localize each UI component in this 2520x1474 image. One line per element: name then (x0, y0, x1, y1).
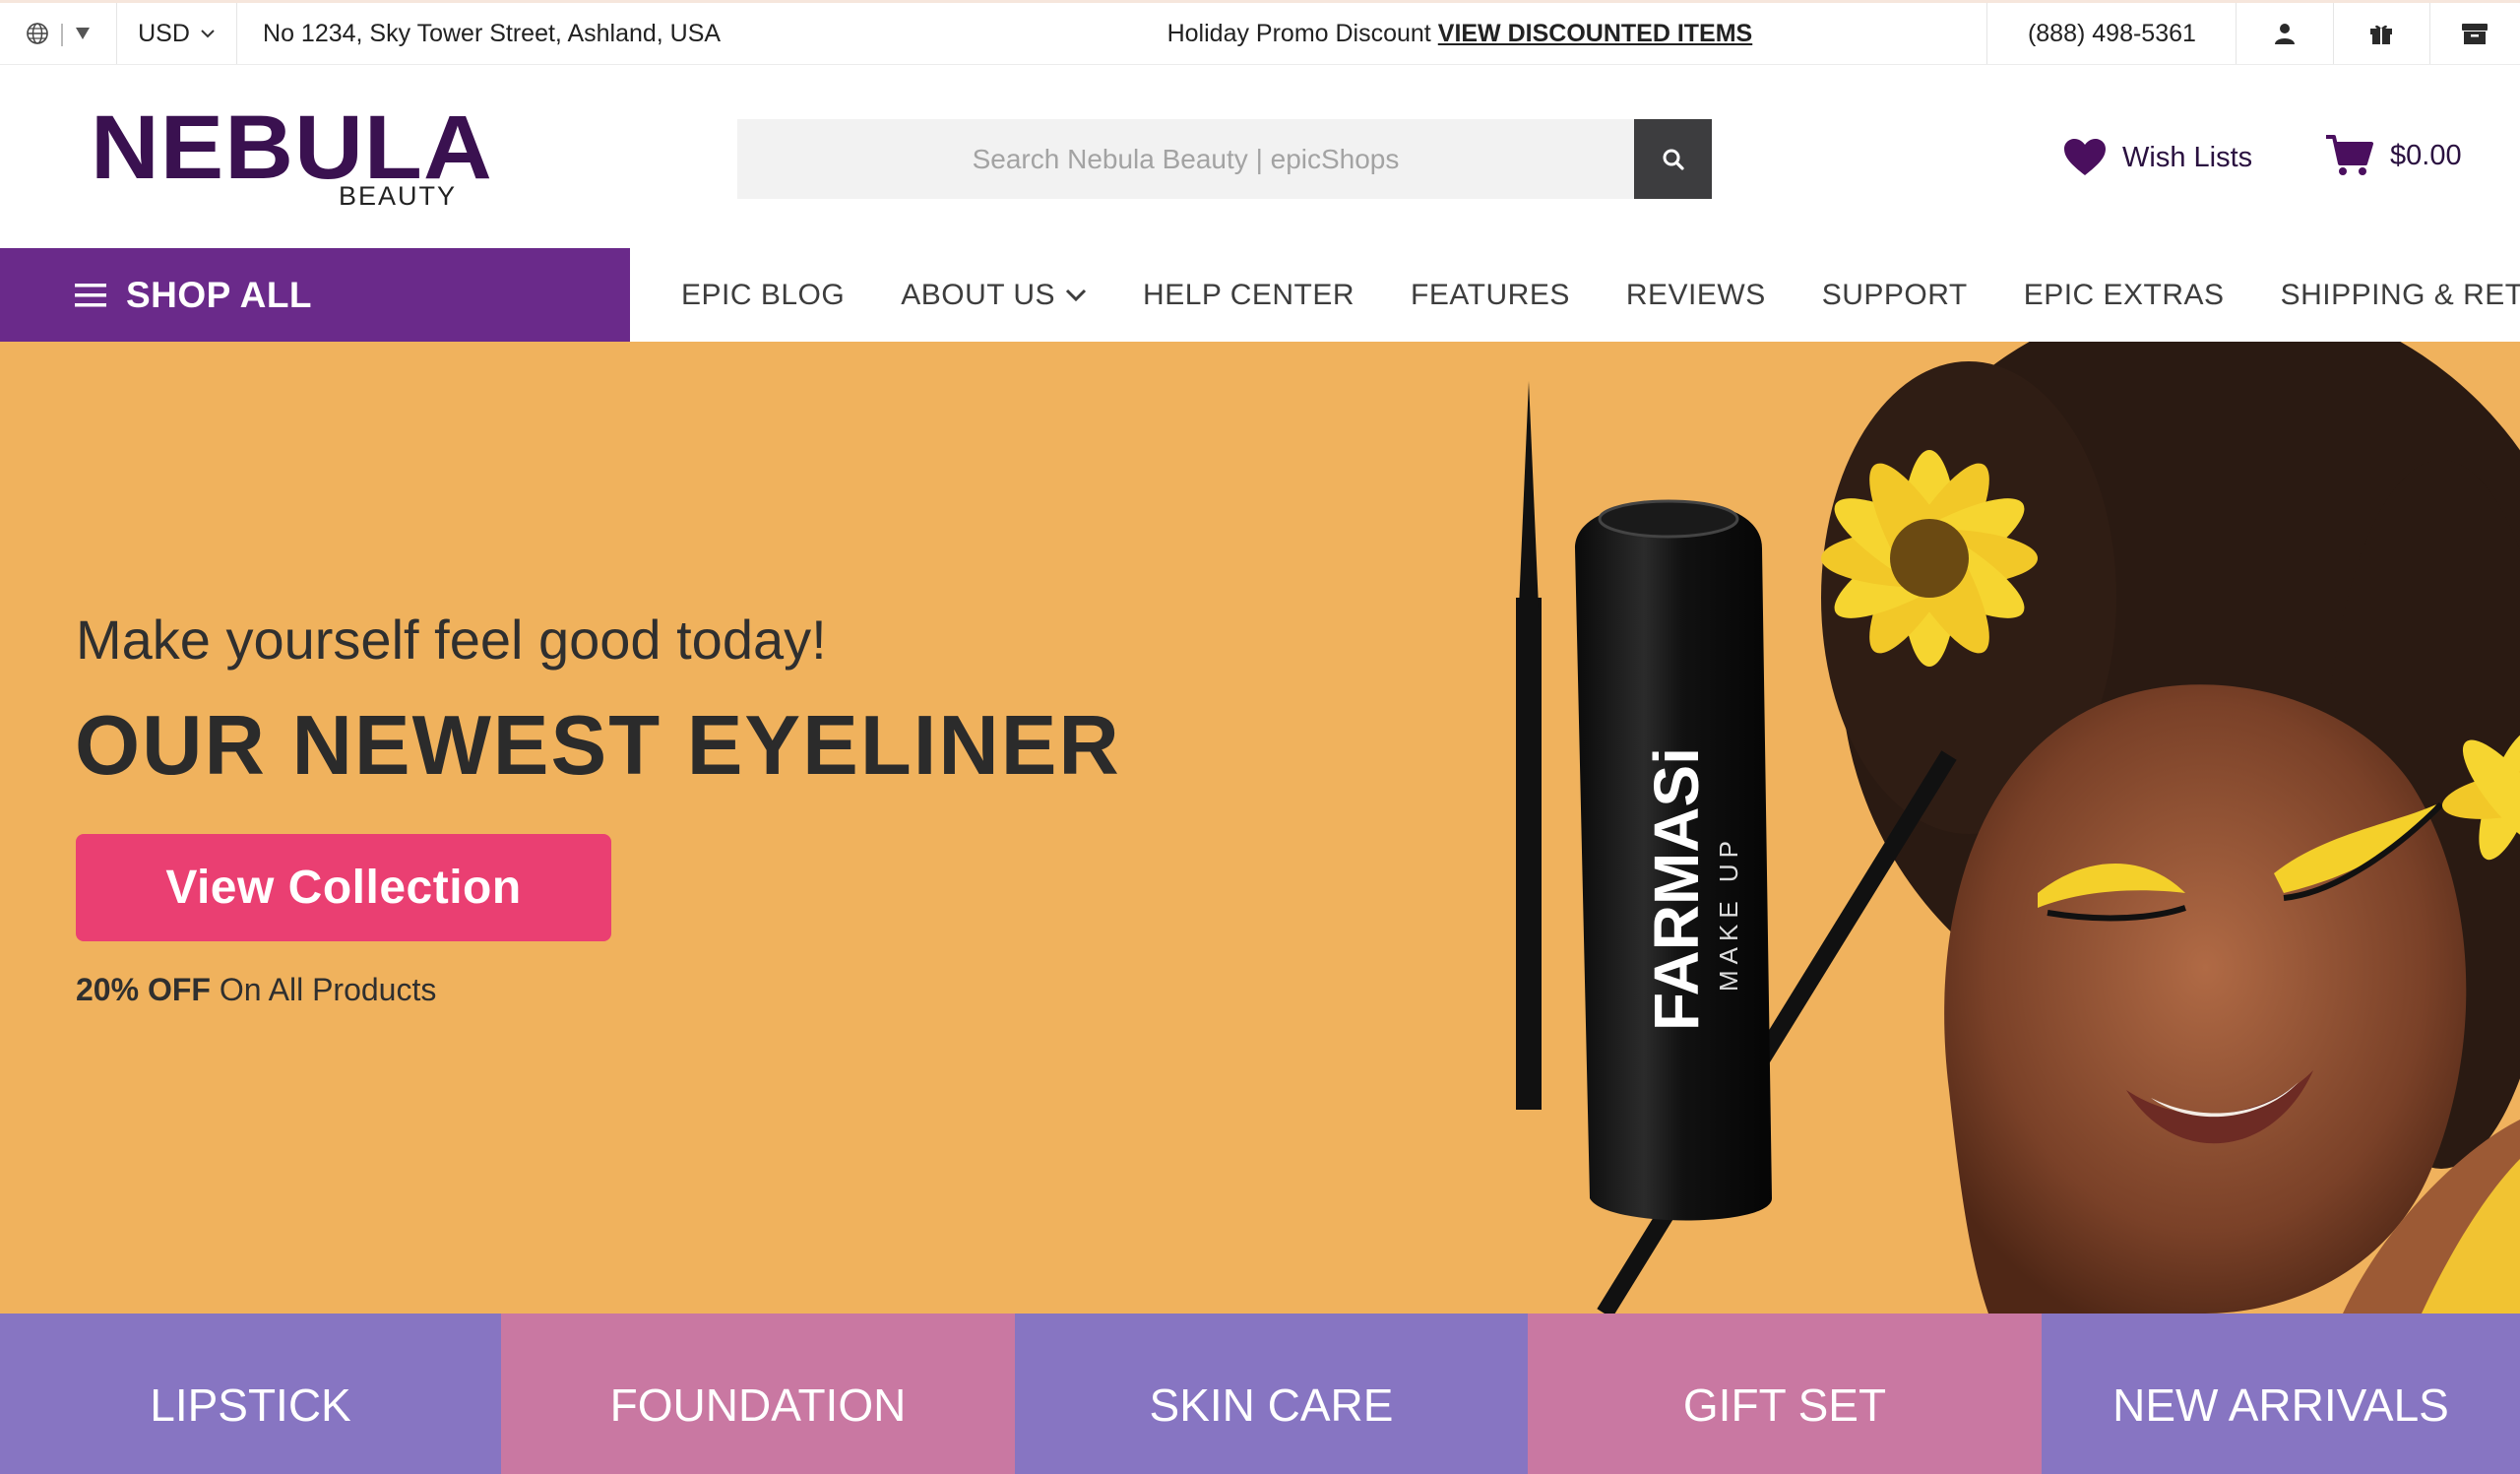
nav-features[interactable]: FEATURES (1411, 279, 1570, 312)
cart-button[interactable]: $0.00 (2325, 134, 2462, 177)
category-foundation[interactable]: FOUNDATION (501, 1314, 1015, 1474)
globe-icon (26, 23, 48, 44)
separator: | (58, 19, 66, 47)
gift-button[interactable] (2334, 3, 2430, 64)
wish-lists-link[interactable]: Wish Lists (2063, 138, 2252, 177)
offer-discount: 20% OFF (76, 972, 211, 1007)
view-collection-button[interactable]: View Collection (76, 834, 611, 941)
category-new-arrivals[interactable]: NEW ARRIVALS (2042, 1314, 2520, 1474)
search-button[interactable] (1634, 119, 1712, 199)
nebula-beauty-logo[interactable]: NEBULA BEAUTY (91, 102, 492, 211)
product-brand-text: FARMASi (1641, 747, 1712, 1031)
gift-icon (2370, 25, 2393, 44)
nav-epic-extras[interactable]: EPIC EXTRAS (2024, 279, 2225, 312)
currency-label: USD (138, 19, 190, 47)
category-strip: LIPSTICK FOUNDATION SKIN CARE GIFT SET N… (0, 1314, 2520, 1474)
hamburger-menu-icon (75, 283, 106, 306)
cart-total: $0.00 (2390, 139, 2462, 171)
view-discounted-link[interactable]: VIEW DISCOUNTED ITEMS (1438, 20, 1752, 48)
nav-links: EPIC BLOG ABOUT US HELP CENTER FEATURES … (681, 248, 2520, 342)
face-shape (1944, 684, 2467, 1314)
caret-down-icon (76, 28, 91, 39)
offer-text: On All Products (210, 972, 437, 1007)
store-address: No 1234, Sky Tower Street, Ashland, USA (263, 19, 722, 47)
nav-shipping-returns[interactable]: SHIPPING & RETURNS (2281, 279, 2520, 312)
hero-subtitle: Make yourself feel good today! (76, 609, 827, 671)
hero-title: OUR NEWEST EYELINER (75, 699, 1121, 793)
nav-epic-blog[interactable]: EPIC BLOG (681, 279, 845, 312)
heart-icon (2064, 139, 2106, 175)
nav-reviews[interactable]: REVIEWS (1626, 279, 1766, 312)
search-input[interactable] (737, 119, 1634, 199)
cart-icon (2326, 135, 2373, 175)
logo-subtitle: BEAUTY (338, 181, 457, 211)
chevron-down-icon (1065, 288, 1087, 301)
site-header: NEBULA BEAUTY Wish Lists $0.00 (0, 65, 2520, 248)
nav-help-center[interactable]: HELP CENTER (1143, 279, 1354, 312)
logo-wordmark: NEBULA (91, 97, 493, 198)
promo-banner: Holiday Promo Discount VIEW DISCOUNTED I… (932, 3, 1986, 64)
hero-image: FARMASi MAKE UP (1516, 342, 2520, 1314)
top-bar: | USD No 1234, Sky Tower Street, Ashland… (0, 0, 2520, 65)
chevron-down-icon (201, 30, 215, 38)
shop-all-label: SHOP ALL (126, 274, 313, 315)
category-skin-care[interactable]: SKIN CARE (1015, 1314, 1528, 1474)
category-gift-set[interactable]: GIFT SET (1528, 1314, 2042, 1474)
archive-icon (2462, 24, 2488, 44)
account-button[interactable] (2236, 3, 2334, 64)
currency-selector[interactable]: USD (117, 3, 238, 64)
search-bar (737, 119, 1712, 199)
phone-number[interactable]: (888) 498-5361 (1986, 3, 2237, 64)
shop-all-button[interactable]: SHOP ALL (0, 248, 630, 342)
language-selector[interactable]: | (0, 3, 118, 64)
promo-text: Holiday Promo Discount (1166, 19, 1431, 47)
compare-button[interactable] (2430, 3, 2520, 64)
wish-lists-label: Wish Lists (2122, 141, 2253, 173)
nav-about-us[interactable]: ABOUT US (901, 279, 1087, 312)
nav-about-us-label: ABOUT US (901, 278, 1056, 311)
hero-banner: Make yourself feel good today! OUR NEWES… (0, 342, 2520, 1314)
nav-support[interactable]: SUPPORT (1822, 279, 1968, 312)
category-lipstick[interactable]: LIPSTICK (0, 1314, 501, 1474)
user-icon (2274, 24, 2295, 44)
search-icon (1663, 149, 1684, 170)
main-navigation: SHOP ALL EPIC BLOG ABOUT US HELP CENTER … (0, 248, 2520, 342)
hero-offer: 20% OFF On All Products (76, 972, 436, 1008)
product-line-text: MAKE UP (1714, 835, 1743, 992)
